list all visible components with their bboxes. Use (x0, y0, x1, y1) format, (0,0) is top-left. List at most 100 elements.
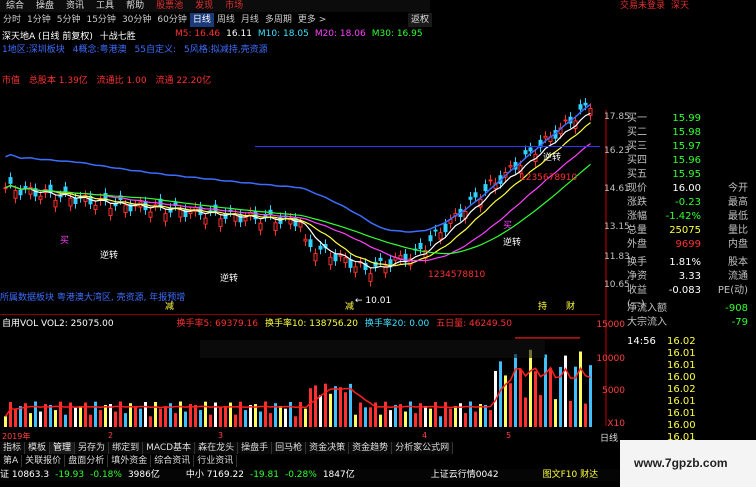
toolbar-tab-8[interactable]: 回马枪 (272, 442, 307, 454)
sector-tag-1[interactable]: 4概念:粤港澳 (73, 45, 127, 55)
quote-row-3-value: 25075 (669, 225, 701, 236)
candle-body (368, 273, 373, 282)
f10-link[interactable]: 图文F10 财达 (543, 469, 599, 481)
date-tick: 5 (506, 431, 512, 440)
tick-time (627, 384, 667, 396)
menu-item-0[interactable]: 综合 (0, 0, 30, 12)
volume-bar (469, 401, 472, 427)
volume-bar (89, 414, 92, 427)
sector-tag-2[interactable]: 55自定义: (135, 45, 177, 55)
trade-login-status[interactable]: 交易未登录 (620, 0, 665, 12)
menu-item-2[interactable]: 资讯 (60, 0, 90, 12)
toolbar-tab-4[interactable]: 绑定到 (109, 442, 144, 454)
ma-value-2: M10: 18.05 (257, 29, 309, 39)
sme-index[interactable]: 中小 7169.22 (186, 469, 244, 481)
bid-row-2-label: 买三 (627, 141, 647, 152)
period-tab-10[interactable]: 更多 > (295, 13, 329, 27)
toolbar-tab-1[interactable]: 模板 (25, 442, 51, 454)
candle-body (73, 197, 78, 205)
volume-bar (234, 414, 237, 427)
info-tab-0[interactable]: 第A (0, 455, 23, 467)
info-tab-4[interactable]: 综合资讯 (151, 455, 195, 467)
bid-row-0: 买一 15.99 (627, 112, 748, 126)
sz-index[interactable]: 证 10863.3 (0, 469, 49, 481)
period-tab-0[interactable]: 分时 (0, 13, 24, 27)
period-tab-8[interactable]: 月线 (238, 13, 262, 27)
stock-title: 深天地A (日线 前复权) (2, 32, 93, 42)
period-tab-6[interactable]: 日线 (189, 13, 214, 27)
cloud-quote-link[interactable]: 上证云行情0042 (431, 469, 499, 481)
quote-row2-2-value: -0.083 (668, 285, 701, 296)
tick-row: 16.01 (627, 396, 748, 408)
watermark-box: www.7gpzb.com (620, 440, 756, 487)
toolbar-tab-3[interactable]: 另存为 (75, 442, 110, 454)
bid-row-0-extra (701, 112, 748, 126)
sector-tag-3[interactable]: 5风格:拟减持,壳资源 (184, 45, 268, 55)
candle-body (523, 150, 528, 155)
candle-body (468, 196, 473, 200)
candle-body (148, 211, 153, 218)
indicator-name[interactable]: 十战七胜 (100, 32, 136, 42)
toolbar-tab-7[interactable]: 操盘手 (238, 442, 273, 454)
info-tab-2[interactable]: 盘面分析 (65, 455, 109, 467)
menu-hot-0[interactable]: 股票池 (150, 0, 189, 12)
volume-bar (94, 401, 97, 427)
volume-bar (539, 395, 542, 427)
signal-code: 1235678910 (520, 173, 578, 183)
toolbar-tab-5[interactable]: MACD基本 (143, 442, 196, 454)
period-tab-4[interactable]: 30分钟 (119, 13, 154, 27)
volume-tick: 10000 (596, 354, 625, 364)
toolbar-tab-9[interactable]: 资金决策 (306, 442, 350, 454)
menu-item-1[interactable]: 操盘 (30, 0, 60, 12)
info-tab-3[interactable]: 填外资金 (108, 455, 152, 467)
period-tab-2[interactable]: 5分钟 (54, 13, 84, 27)
bid-row-1-extra (701, 126, 748, 140)
candlestick-chart[interactable]: 逆转逆转逆转逆转买买12345788101235678910← 10.01减减持… (0, 85, 600, 311)
quote-row-0-value: 16.00 (672, 183, 701, 194)
candle-body (333, 253, 338, 262)
period-tab-9[interactable]: 多周期 (262, 13, 295, 27)
period-tab-5[interactable]: 60分钟 (154, 13, 189, 27)
info-tab-1[interactable]: 关联报价 (22, 455, 66, 467)
sector-tag-0[interactable]: 1地区:深圳板块 (2, 45, 65, 55)
menu-hot-1[interactable]: 发现 (189, 0, 219, 12)
sector-tags: 1地区:深圳板块 4概念:粤港澳 55自定义: 5风格:拟减持,壳资源 (2, 42, 276, 55)
toolbar-tab-11[interactable]: 分析家公式网 (392, 442, 454, 454)
info-tab-5[interactable]: 行业资讯 (194, 455, 238, 467)
quote-row-4-value: 9699 (675, 239, 701, 250)
period-tab-7[interactable]: 周线 (214, 13, 238, 27)
volume-bar (4, 416, 7, 427)
sz-pct: -0.18% (90, 470, 122, 480)
period-label[interactable]: 日线 (600, 431, 618, 444)
period-tab-3[interactable]: 15分钟 (83, 13, 118, 27)
toolbar-tab-6[interactable]: 森在龙头 (195, 442, 239, 454)
menu-item-4[interactable]: 帮助 (120, 0, 150, 12)
restore-rights-button[interactable]: 返权 (408, 13, 433, 27)
volume-bar (299, 402, 302, 427)
flow-label: 净流入额 (627, 303, 667, 314)
volume-bar (424, 406, 427, 427)
candle-body (508, 165, 513, 168)
volume-bar (144, 402, 147, 427)
period-tab-1[interactable]: 1分钟 (24, 13, 54, 27)
toolbar-tab-2[interactable]: 管理 (50, 442, 76, 454)
candle-body (583, 102, 588, 106)
bid-row-1: 买二 15.98 (627, 126, 748, 140)
menu-item-3[interactable]: 工具 (90, 0, 120, 12)
flow-value: -908 (725, 303, 748, 314)
toolbar-tab-0[interactable]: 指标 (0, 442, 26, 454)
account-name[interactable]: 深天 (671, 0, 689, 12)
candle-body (238, 213, 243, 223)
volume-bar (534, 371, 537, 427)
volume-bar (34, 401, 37, 427)
volume-bar (294, 416, 297, 427)
volume-bar (74, 407, 77, 427)
tick-time (627, 408, 667, 420)
volume-bar (289, 402, 292, 427)
volume-bar (554, 399, 557, 427)
volume-bar (209, 414, 212, 427)
menu-hot-2[interactable]: 市场 (219, 0, 249, 12)
toolbar-tab-10[interactable]: 资金趋势 (349, 442, 393, 454)
ma-value-3: M20: 18.06 (314, 29, 366, 39)
quote-row2-2-extra: PE(动) (717, 285, 748, 296)
